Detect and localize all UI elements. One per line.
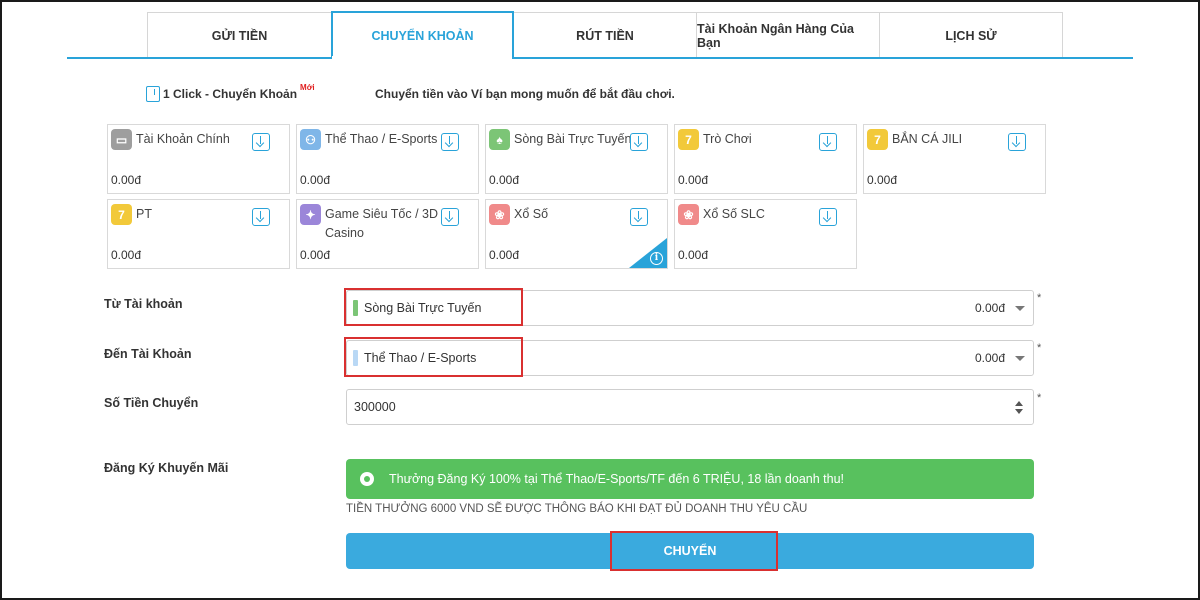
highlight-box [344,288,523,326]
game-icon: ✦ [300,204,321,225]
highlight-box [344,337,523,377]
amount-value: 300000 [354,400,396,414]
wallet-balance: 0.00đ [111,173,142,187]
tab-deposit[interactable]: GỬI TIỀN [147,12,332,58]
lottery-icon: ❀ [489,204,510,225]
wallet-card[interactable]: 7 Trò Chơi 0.00đ [674,124,857,194]
wallet-name: Game Siêu Tốc / 3D Casino [325,207,439,240]
wallet-name: Tài Khoản Chính [136,132,230,146]
slot-icon: 7 [111,204,132,225]
wallet-balance: 0.00đ [678,248,709,262]
wallet-balance: 0.00đ [678,173,709,187]
highlight-box [610,531,778,571]
wallet-balance: 0.00đ [300,248,331,262]
transfer-all-icon[interactable] [819,208,837,226]
one-click-label: 1 Click - Chuyển Khoản [163,87,298,101]
transfer-all-icon[interactable] [441,208,459,226]
wallet-name: Trò Chơi [703,132,752,146]
wallet-balance: 0.00đ [489,173,520,187]
wallet-card[interactable]: 7 BẮN CÁ JILI 0.00đ [863,124,1046,194]
info-icon[interactable]: i [650,252,663,265]
wallet-name: PT [136,207,152,221]
wallet-balance: 0.00đ [489,248,520,262]
wallet-name: Xổ Số SLC [703,207,765,221]
to-account-label: Đến Tài Khoản [104,347,192,361]
amount-input[interactable]: 300000 [346,389,1034,425]
wallet-card[interactable]: ❀ Xổ Số SLC 0.00đ [674,199,857,269]
wallet-card[interactable]: 7 PT 0.00đ [107,199,290,269]
download-icon [146,86,160,102]
promo-note: TIỀN THƯỞNG 6000 VND SẼ ĐƯỢC THÔNG BÁO K… [346,503,808,515]
tab-underline-gap [332,56,512,60]
tab-history[interactable]: LỊCH SỬ [879,12,1063,58]
transfer-all-icon[interactable] [819,133,837,151]
new-badge: Mới [300,82,315,92]
lottery-icon: ❀ [678,204,699,225]
one-click-transfer-link[interactable]: 1 Click - Chuyển Khoản Mới [146,82,315,102]
promo-radio[interactable] [360,472,374,486]
sports-icon: ⚇ [300,129,321,150]
from-account-balance: 0.00đ [974,301,1005,315]
wallet-card[interactable]: ✦ Game Siêu Tốc / 3D Casino 0.00đ [296,199,479,269]
wallet-name: Thể Thao / E-Sports [325,132,438,146]
to-account-balance: 0.00đ [974,351,1005,365]
promo-option[interactable]: Thưởng Đăng Ký 100% tại Thể Thao/E-Sport… [346,459,1034,499]
transfer-all-icon[interactable] [1008,133,1026,151]
promo-label: Đăng Ký Khuyến Mãi [104,461,229,475]
transfer-all-icon[interactable] [252,133,270,151]
wallet-name: Sòng Bài Trực Tuyến [514,132,632,146]
instruction-text: Chuyển tiền vào Ví bạn mong muốn để bắt … [375,87,675,101]
wallet-card[interactable]: ♠ Sòng Bài Trực Tuyến 0.00đ [485,124,668,194]
cards-icon: ♠ [489,129,510,150]
tab-transfer[interactable]: CHUYỂN KHOẢN [331,11,514,59]
required-mark: * [1037,292,1042,304]
number-stepper[interactable] [1013,397,1025,417]
stepper-down-icon[interactable] [1015,408,1023,414]
wallet-balance: 0.00đ [867,173,898,187]
amount-label: Số Tiền Chuyển [104,396,199,410]
transfer-all-icon[interactable] [630,133,648,151]
tab-withdraw[interactable]: RÚT TIỀN [513,12,697,58]
from-account-label: Từ Tài khoản [104,297,183,311]
wallet-name: BẮN CÁ JILI [892,132,963,146]
transfer-all-icon[interactable] [630,208,648,226]
transfer-all-icon[interactable] [441,133,459,151]
slot-icon: 7 [678,129,699,150]
wallet-card[interactable]: ❀ Xổ Số 0.00đ i [485,199,668,269]
slot-icon: 7 [867,129,888,150]
wallet-balance: 0.00đ [300,173,331,187]
wallet-card[interactable]: ⚇ Thể Thao / E-Sports 0.00đ [296,124,479,194]
info-corner [629,238,667,268]
required-mark: * [1037,342,1042,354]
wallet-balance: 0.00đ [111,248,142,262]
transfer-all-icon[interactable] [252,208,270,226]
required-mark: * [1037,392,1042,404]
tab-bar: GỬI TIỀN CHUYỂN KHOẢN RÚT TIỀN Tài Khoản… [147,11,1063,59]
tab-underline [67,57,1133,59]
wallet-name: Xổ Số [514,207,549,221]
wallet-card[interactable]: ▭ Tài Khoản Chính 0.00đ [107,124,290,194]
chevron-down-icon [1015,305,1025,311]
wallet-icon: ▭ [111,129,132,150]
tab-bank-accounts[interactable]: Tài Khoản Ngân Hàng Của Bạn [696,12,880,58]
stepper-up-icon[interactable] [1015,400,1023,406]
chevron-down-icon [1015,355,1025,361]
promo-text: Thưởng Đăng Ký 100% tại Thể Thao/E-Sport… [389,472,845,486]
